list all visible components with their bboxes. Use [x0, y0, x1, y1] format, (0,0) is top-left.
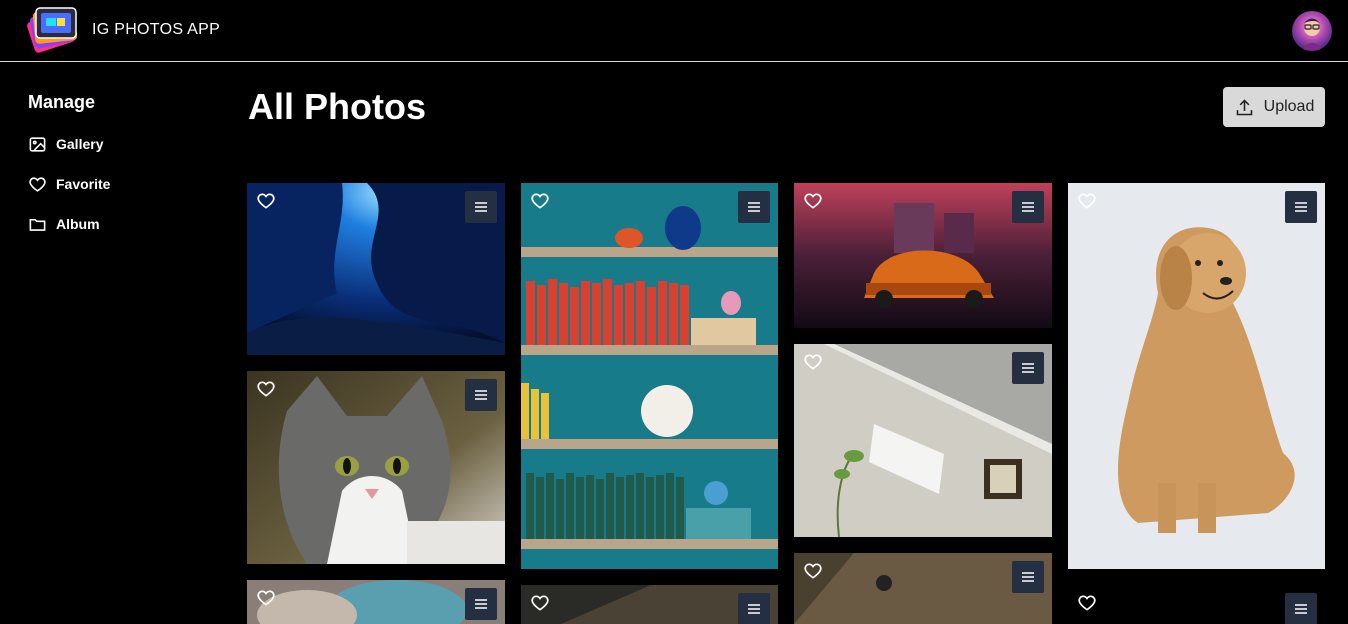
hamburger-menu-icon [1295, 604, 1307, 614]
photo-menu-button[interactable] [465, 379, 497, 411]
photo-card[interactable] [521, 183, 778, 569]
hamburger-menu-icon [475, 202, 487, 212]
photo-card[interactable] [247, 371, 505, 564]
image-icon [29, 136, 46, 152]
photo-frames-logo-icon[interactable] [24, 4, 80, 54]
hamburger-menu-icon [1022, 363, 1034, 373]
sidebar-item-album[interactable]: Album [28, 212, 100, 236]
photo-card[interactable] [247, 580, 505, 624]
photo-menu-button[interactable] [465, 191, 497, 223]
folder-icon [29, 218, 46, 231]
sidebar-item-label: Favorite [56, 176, 111, 192]
sidebar-title: Manage [28, 92, 96, 112]
photo-menu-button[interactable] [1012, 191, 1044, 223]
top-bar: IG PHOTOS APP [0, 0, 1348, 62]
hamburger-menu-icon [1295, 202, 1307, 212]
favorite-heart-icon[interactable] [803, 352, 823, 372]
favorite-heart-icon[interactable] [256, 379, 276, 399]
photo-golden-retriever [1068, 183, 1325, 569]
photo-card[interactable] [247, 183, 505, 355]
sidebar-item-favorite[interactable]: Favorite [28, 172, 110, 196]
upload-button[interactable]: Upload [1223, 87, 1325, 127]
photo-menu-button[interactable] [738, 191, 770, 223]
hamburger-menu-icon [748, 604, 760, 614]
sidebar-item-label: Gallery [56, 136, 104, 152]
photo-bookshelf [521, 183, 778, 569]
favorite-heart-icon[interactable] [803, 191, 823, 211]
photo-card[interactable] [794, 553, 1052, 624]
favorite-heart-icon[interactable] [1077, 593, 1097, 613]
hamburger-menu-icon [748, 202, 760, 212]
app-title: IG PHOTOS APP [92, 21, 221, 38]
favorite-heart-icon[interactable] [256, 191, 276, 211]
favorite-heart-icon[interactable] [256, 588, 276, 608]
favorite-heart-icon[interactable] [803, 561, 823, 581]
sidebar-item-label: Album [56, 216, 100, 232]
sidebar-item-gallery[interactable]: Gallery [28, 132, 103, 156]
upload-icon [1236, 98, 1252, 115]
photo-menu-button[interactable] [1285, 593, 1317, 624]
photo-card[interactable] [794, 344, 1052, 537]
photo-card[interactable] [1068, 183, 1325, 569]
photo-card[interactable] [794, 183, 1052, 328]
heart-icon [29, 176, 46, 192]
favorite-heart-icon[interactable] [530, 593, 550, 613]
upload-label: Upload [1263, 98, 1315, 115]
photo-menu-button[interactable] [1012, 561, 1044, 593]
user-avatar[interactable] [1292, 11, 1332, 51]
hamburger-menu-icon [475, 390, 487, 400]
photo-menu-button[interactable] [1012, 352, 1044, 384]
sidebar: Manage Gallery Favorite Album [0, 62, 230, 624]
photo-menu-button[interactable] [465, 588, 497, 620]
favorite-heart-icon[interactable] [1077, 191, 1097, 211]
hamburger-menu-icon [1022, 572, 1034, 582]
page-title: All Photos [248, 86, 426, 127]
hamburger-menu-icon [475, 599, 487, 609]
photo-card[interactable] [521, 585, 778, 624]
favorite-heart-icon[interactable] [530, 191, 550, 211]
photo-card[interactable] [1068, 585, 1325, 624]
hamburger-menu-icon [1022, 202, 1034, 212]
photo-menu-button[interactable] [738, 593, 770, 624]
photo-menu-button[interactable] [1285, 191, 1317, 223]
